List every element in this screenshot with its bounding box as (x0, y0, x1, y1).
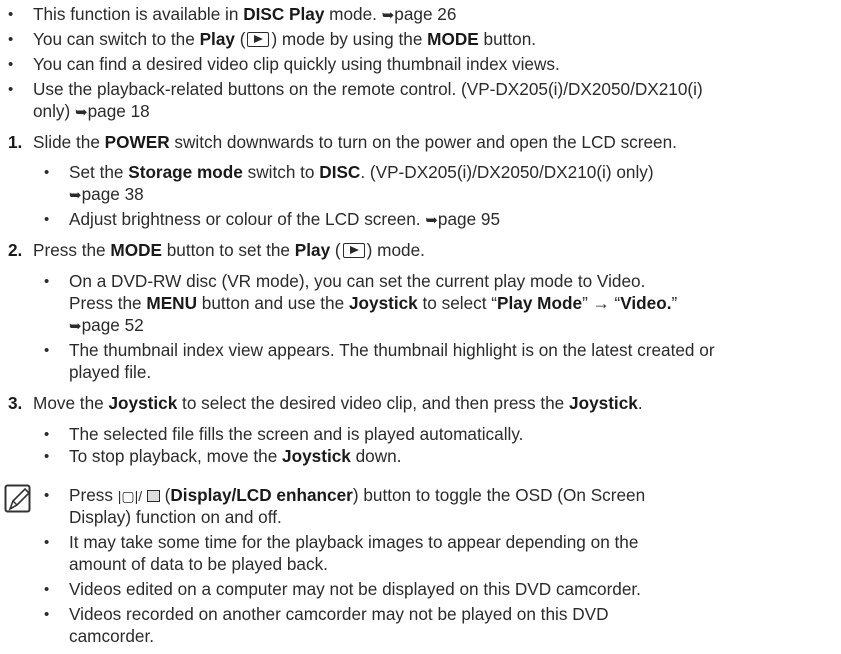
play-mode-icon (342, 243, 365, 258)
page-ref-arrow-icon: ➥ (381, 7, 395, 24)
play-mode-icon (247, 32, 270, 47)
display-lcd-icon: |▢|/ (117, 488, 143, 504)
memo-pencil-icon (4, 484, 31, 513)
step-number: 1. (8, 132, 23, 152)
